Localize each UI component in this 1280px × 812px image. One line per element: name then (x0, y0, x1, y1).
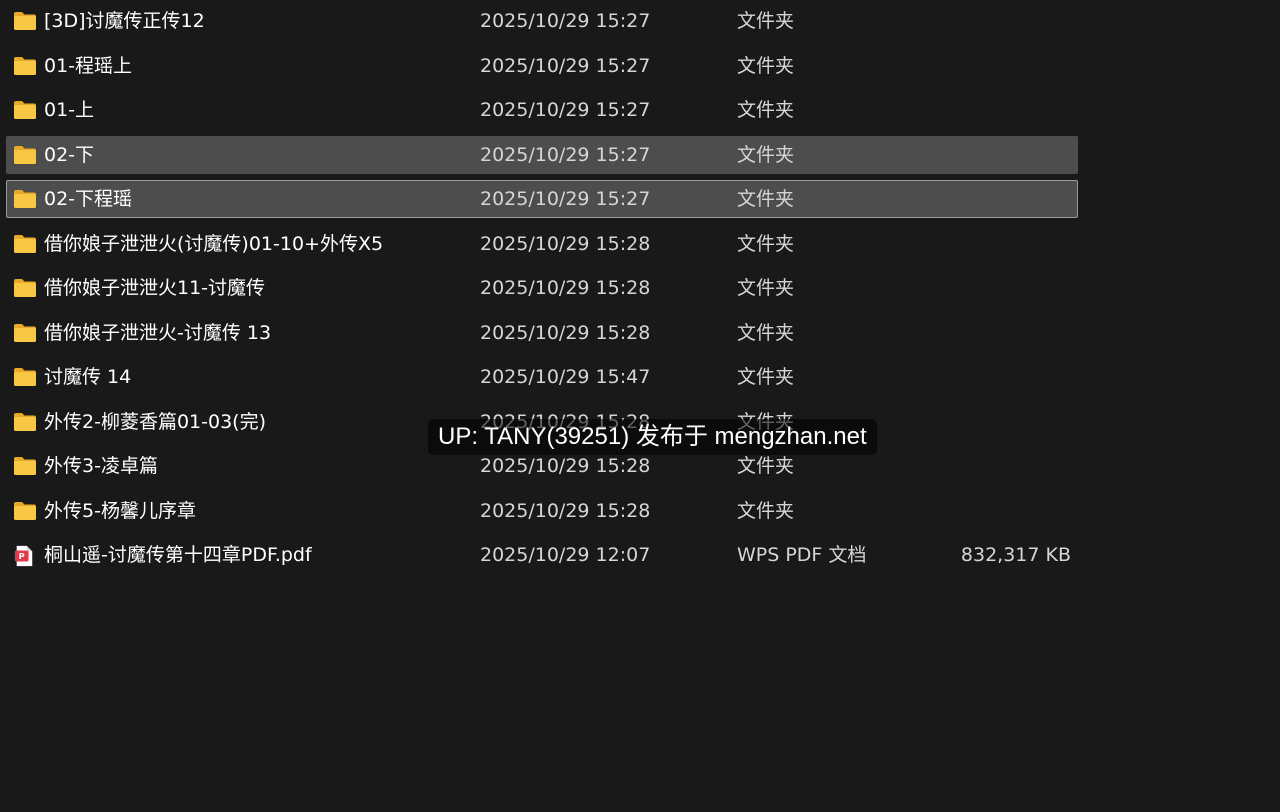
item-date-modified: 2025/10/29 15:27 (480, 188, 651, 210)
item-date-modified: 2025/10/29 15:28 (480, 277, 651, 299)
item-date-modified: 2025/10/29 15:27 (480, 99, 651, 121)
folder-row[interactable]: 讨魔传 14 2025/10/29 15:47 文件夹 (6, 358, 1078, 396)
item-name: 借你娘子泄泄火-讨魔传 13 (44, 321, 272, 344)
item-date-modified: 2025/10/29 15:28 (480, 499, 651, 522)
item-type: WPS PDF 文档 (737, 544, 867, 566)
folder-row[interactable]: 01-上 2025/10/29 15:27 文件夹 (6, 91, 1078, 129)
item-type: 文件夹 (737, 366, 795, 388)
item-type: 文件夹 (737, 54, 795, 77)
item-name: 讨魔传 14 (44, 366, 132, 388)
folder-row[interactable]: 02-下程瑶 2025/10/29 15:27 文件夹 (6, 180, 1078, 218)
folder-row[interactable]: [3D]讨魔传正传12 2025/10/29 15:27 文件夹 (6, 2, 1078, 40)
item-size: 832,317 KB (960, 544, 1071, 566)
file-list: [3D]讨魔传正传12 2025/10/29 15:27 文件夹 01-程瑶上 2025… (0, 2, 1280, 581)
folder-row[interactable]: 02-下 2025/10/29 15:27 文件夹 (6, 135, 1078, 174)
item-name: 01-程瑶上 (44, 54, 133, 77)
item-date-modified: 2025/10/29 15:27 (480, 54, 651, 77)
folder-row[interactable]: 01-程瑶上 2025/10/29 15:27 文件夹 (6, 47, 1078, 85)
folder-icon (13, 189, 37, 209)
item-name: 借你娘子泄泄火(讨魔传)01-10+外传X5 (44, 232, 384, 255)
folder-row[interactable]: 借你娘子泄泄火11-讨魔传 2025/10/29 15:28 文件夹 (6, 269, 1078, 307)
item-name: 外传2-柳菱香篇01-03(完) (44, 410, 266, 433)
folder-icon (13, 56, 37, 76)
pdf-file-icon: P (13, 545, 37, 567)
item-type: 文件夹 (737, 143, 795, 166)
folder-icon (13, 234, 37, 254)
item-date-modified: 2025/10/29 15:28 (480, 232, 651, 255)
folder-icon (13, 323, 37, 343)
item-date-modified: 2025/10/29 15:28 (480, 321, 651, 344)
item-type: 文件夹 (737, 99, 795, 121)
item-name: 借你娘子泄泄火11-讨魔传 (44, 277, 266, 299)
item-date-modified: 2025/10/29 12:07 (480, 544, 651, 566)
item-type: 文件夹 (737, 10, 795, 32)
folder-row[interactable]: 借你娘子泄泄火-讨魔传 13 2025/10/29 15:28 文件夹 (6, 314, 1078, 352)
folder-icon (13, 11, 37, 31)
item-type: 文件夹 (737, 277, 795, 299)
folder-icon (13, 412, 37, 432)
item-name: 02-下程瑶 (44, 188, 133, 210)
item-name: 桐山遥-讨魔传第十四章PDF.pdf (44, 544, 312, 566)
folder-icon (13, 145, 37, 165)
folder-row[interactable]: 借你娘子泄泄火(讨魔传)01-10+外传X5 2025/10/29 15:28 文件… (6, 225, 1078, 263)
item-name: 外传3-凌卓篇 (44, 455, 158, 477)
item-type: 文件夹 (737, 321, 795, 344)
item-name: [3D]讨魔传正传12 (44, 10, 205, 32)
item-date-modified: 2025/10/29 15:27 (480, 143, 651, 166)
folder-icon (13, 501, 37, 521)
svg-text:P: P (19, 551, 25, 561)
folder-icon (13, 456, 37, 476)
file-row[interactable]: P 桐山遥-讨魔传第十四章PDF.pdf 2025/10/29 12:07 WPS P… (6, 536, 1078, 574)
item-date-modified: 2025/10/29 15:47 (480, 366, 651, 388)
item-name: 01-上 (44, 99, 95, 121)
item-name: 02-下 (44, 143, 95, 166)
item-name: 外传5-杨馨儿序章 (44, 499, 196, 522)
watermark-overlay: UP: TANY(39251) 发布于 mengzhan.net (428, 419, 877, 455)
folder-icon (13, 100, 37, 120)
item-type: 文件夹 (737, 232, 795, 255)
item-type: 文件夹 (737, 499, 795, 522)
folder-icon (13, 367, 37, 387)
folder-icon (13, 278, 37, 298)
item-type: 文件夹 (737, 188, 795, 210)
folder-row[interactable]: 外传5-杨馨儿序章 2025/10/29 15:28 文件夹 (6, 492, 1078, 530)
item-date-modified: 2025/10/29 15:27 (480, 10, 651, 32)
